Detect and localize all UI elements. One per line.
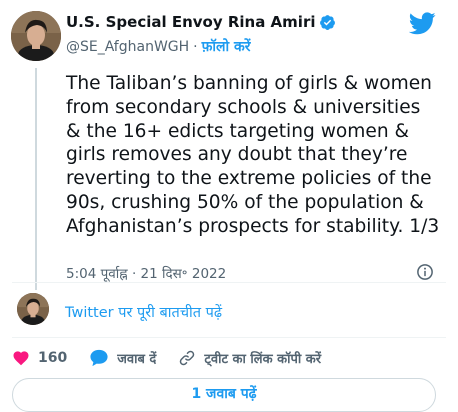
copy-link-button[interactable]: ट्वीट का लिंक कॉपी करें — [178, 349, 321, 367]
follow-link[interactable]: फ़ॉलो करें — [202, 39, 251, 55]
separator-dot: · — [193, 39, 198, 55]
tweet-line: & the 16+ edicts targeting women & — [66, 120, 410, 142]
author-handle[interactable]: @SE_AfghanWGH — [66, 39, 189, 55]
reply-button[interactable]: जवाब दें — [89, 349, 156, 367]
embedded-tweet-card: U.S. Special Envoy Rina Amiri @SE_Afghan… — [0, 0, 458, 412]
read-replies-button[interactable]: 1 जवाब पढ़ें — [12, 378, 436, 412]
like-button[interactable]: 160 — [12, 349, 67, 367]
divider — [12, 337, 446, 338]
divider — [12, 282, 446, 283]
info-icon[interactable] — [416, 263, 434, 281]
tweet-text: The Taliban’s banning of girls & women f… — [66, 72, 446, 239]
link-icon — [180, 350, 195, 366]
twitter-bird-icon[interactable] — [409, 12, 436, 35]
reply-bubble-icon — [90, 349, 108, 367]
copy-link-label: ट्वीट का लिंक कॉपी करें — [204, 352, 322, 367]
thread-connector-line — [35, 68, 37, 290]
author-avatar[interactable] — [11, 11, 61, 61]
tweet-line: 90s, crushing 50% of the population & — [66, 191, 424, 213]
tweet-line: girls removes any doubt that they’re — [66, 144, 408, 166]
action-bar: 160 जवाब दें ट्वीट का लिंक कॉपी करें — [12, 347, 343, 369]
tweet-timestamp[interactable]: 5:04 पूर्वाह्न · 21 दिस॰ 2022 — [66, 264, 226, 282]
like-count: 160 — [38, 350, 68, 366]
author-name-text[interactable]: U.S. Special Envoy Rina Amiri — [66, 13, 315, 31]
reply-label: जवाब दें — [117, 352, 157, 367]
tweet-line: Afghanistan’s prospects for stability. 1… — [66, 215, 440, 237]
tweet-line: from secondary schools & universities — [66, 96, 421, 118]
read-conversation-link[interactable]: Twitter पर पूरी बातचीत पढ़ें — [65, 302, 222, 322]
heart-icon — [13, 351, 29, 366]
conversation-avatar — [17, 293, 49, 325]
verified-badge-icon — [320, 14, 336, 30]
author-handle-row: @SE_AfghanWGH · फ़ॉलो करें — [66, 37, 251, 56]
tweet-line: The Taliban’s banning of girls & women — [66, 73, 432, 94]
tweet-line: reverting to the extreme policies of the — [66, 168, 432, 190]
author-name[interactable]: U.S. Special Envoy Rina Amiri — [66, 13, 336, 31]
